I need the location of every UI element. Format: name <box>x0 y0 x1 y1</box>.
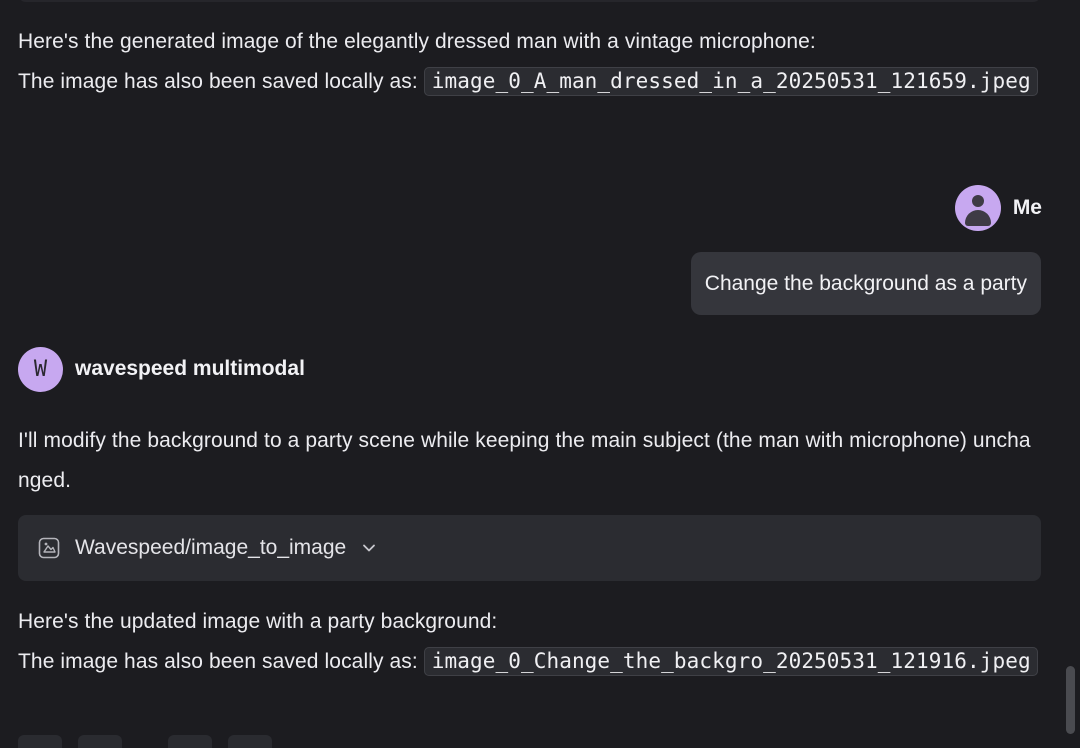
user-message-bubble: Change the background as a party <box>690 252 1041 315</box>
action-button[interactable] <box>228 735 272 748</box>
user-name: Me <box>1012 196 1042 219</box>
user-message-text: Change the background as a party <box>704 271 1027 295</box>
user-avatar <box>954 185 1001 231</box>
action-button[interactable] <box>168 735 212 748</box>
bot-avatar-letter: W <box>33 356 48 382</box>
filename-code[interactable]: image_0_A_man_dressed_in_a_20250531_1216… <box>423 66 1038 96</box>
bot-avatar: W <box>18 346 63 392</box>
saved-label: The image has also been saved locally as… <box>18 649 424 673</box>
saved-file-line: The image has also been saved locally as… <box>18 62 1038 102</box>
bot-name: wavespeed multimodal <box>75 357 305 380</box>
copy-button[interactable] <box>18 735 62 748</box>
saved-file-line: The image has also been saved locally as… <box>18 642 1038 682</box>
tool-call-card[interactable]: Wavespeed/image_to_image <box>18 515 1041 581</box>
user-message-header: Me <box>954 185 1042 231</box>
bot-message-header: W wavespeed multimodal <box>18 346 305 392</box>
scrollbar-thumb[interactable] <box>1066 666 1075 734</box>
filename-code[interactable]: image_0_Change_the_backgro_20250531_1219… <box>423 646 1038 676</box>
bot-message-previous: Here's the generated image of the elegan… <box>18 22 1038 101</box>
bot-intro-text: I'll modify the background to a party sc… <box>18 429 1031 492</box>
action-button[interactable] <box>78 735 122 748</box>
message-line: Here's the generated image of the elegan… <box>18 30 816 53</box>
bot-result-message: Here's the updated image with a party ba… <box>18 602 1038 681</box>
chevron-down-icon[interactable] <box>362 541 376 555</box>
chat-panel: Here's the generated image of the elegan… <box>0 0 1080 748</box>
message-line: Here's the updated image with a party ba… <box>18 610 498 633</box>
tool-name: Wavespeed/image_to_image <box>75 536 347 559</box>
saved-label: The image has also been saved locally as… <box>18 69 424 93</box>
image-tool-icon <box>37 536 61 560</box>
previous-message-block <box>18 0 1041 2</box>
